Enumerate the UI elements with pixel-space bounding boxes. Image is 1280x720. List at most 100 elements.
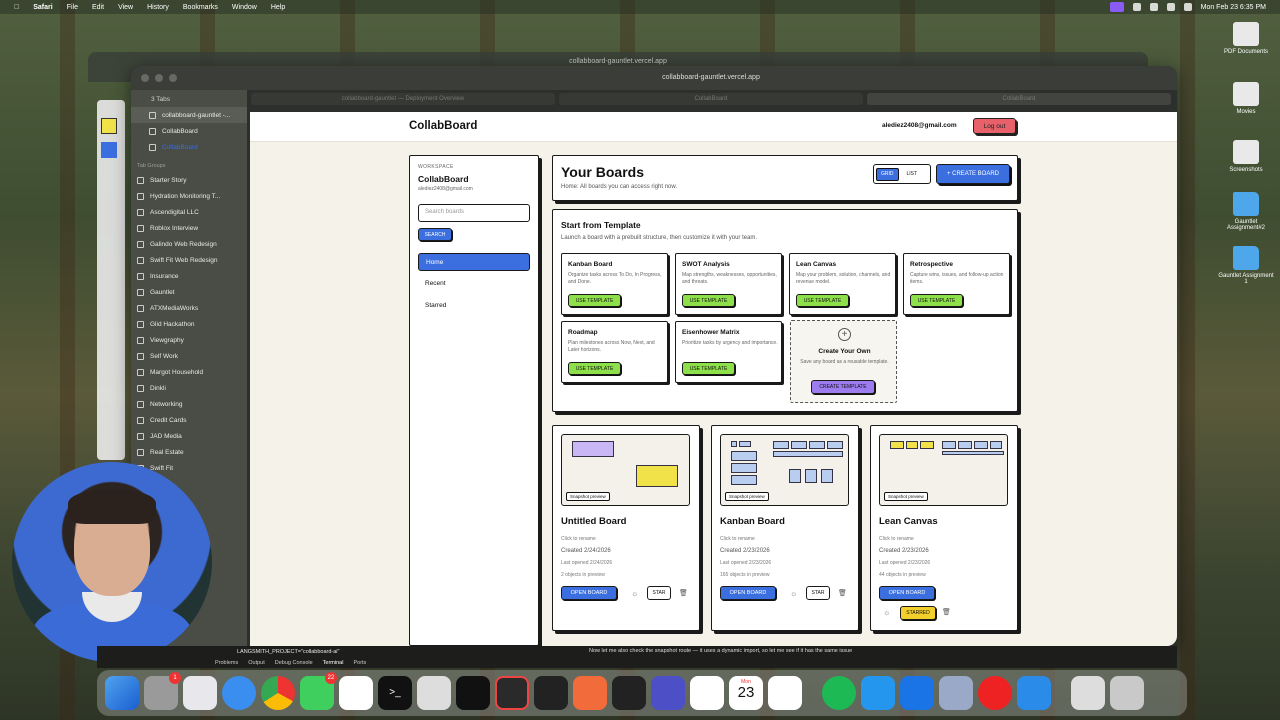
star-button[interactable]: STAR <box>647 586 671 600</box>
template-card[interactable]: SWOT Analysis Map strengths, weaknesses, … <box>675 253 782 315</box>
trash-icon[interactable] <box>1110 676 1144 710</box>
settings-icon[interactable]: 1 <box>144 672 181 710</box>
tab-group-item[interactable]: Starter Story <box>131 172 247 188</box>
desktop-item[interactable]: Gauntlet Assignment 1 <box>1216 246 1276 285</box>
app-icon[interactable] <box>939 676 973 710</box>
menu-view[interactable]: View <box>118 4 133 11</box>
desktop-item[interactable]: Screenshots <box>1216 140 1276 173</box>
color-swatch-icon[interactable] <box>101 142 117 158</box>
tab-group-item[interactable]: Margot Household <box>131 364 247 380</box>
tab-group-item[interactable]: Insurance <box>131 268 247 284</box>
control-center-icon[interactable] <box>1183 3 1192 11</box>
tab-group-item[interactable]: JAD Media <box>131 428 247 444</box>
browser-tab-active[interactable]: CollabBoard <box>867 93 1171 105</box>
tab-group-item[interactable]: Swift Fit Web Redesign <box>131 252 247 268</box>
zoom-window-icon[interactable] <box>169 74 177 82</box>
safari-icon[interactable] <box>222 676 256 710</box>
cursor-icon[interactable] <box>612 676 646 710</box>
menu-history[interactable]: History <box>147 4 169 11</box>
tab-group-item[interactable]: Real Estate <box>131 444 247 460</box>
trash-icon[interactable]: 🗑 <box>679 589 688 597</box>
terminal-tab[interactable]: Ports <box>353 660 366 666</box>
board-title[interactable]: Kanban Board <box>720 516 785 527</box>
activity-monitor-icon[interactable] <box>456 676 490 710</box>
terminal-tab[interactable]: Output <box>248 660 265 666</box>
trash-icon[interactable]: 🗑 <box>838 589 847 597</box>
board-title[interactable]: Lean Canvas <box>879 516 938 527</box>
menu-window[interactable]: Window <box>232 4 257 11</box>
terminal-tab[interactable]: Problems <box>215 660 238 666</box>
menu-help[interactable]: Help <box>271 4 285 11</box>
status-icon[interactable] <box>1132 3 1141 11</box>
open-board-button[interactable]: OPEN BOARD <box>561 586 617 600</box>
sidebar-tab[interactable]: CollabBoard <box>131 139 247 155</box>
nav-recent[interactable]: Recent <box>418 275 530 293</box>
browser-tab[interactable]: CollabBoard <box>559 93 863 105</box>
create-board-button[interactable]: + CREATE BOARD <box>936 164 1010 184</box>
desktop-item[interactable]: Gauntlet Assignment#2 <box>1216 192 1276 231</box>
template-card[interactable]: Retrospective Capture wins, issues, and f… <box>903 253 1010 315</box>
audio-app-icon[interactable] <box>534 676 568 710</box>
board-card[interactable]: Snapshot preview Lean Canvas Click to re… <box>870 425 1018 631</box>
use-template-button[interactable]: USE TEMPLATE <box>568 362 621 375</box>
board-title[interactable]: Untitled Board <box>561 516 626 527</box>
tab-group-item[interactable]: Hydration Monitoring T... <box>131 188 247 204</box>
tab-group-item[interactable]: Glid Hackathon <box>131 316 247 332</box>
brand-logo[interactable]: CollabBoard <box>409 120 477 132</box>
status-app-icon[interactable] <box>1109 2 1124 12</box>
tab-group-item[interactable]: Self Work <box>131 348 247 364</box>
tab-group-item[interactable]: Credit Cards <box>131 412 247 428</box>
desktop-item[interactable]: Movies <box>1216 82 1276 115</box>
browser-tab[interactable]: collabboard-gauntlet — Deployment Overvi… <box>251 93 555 105</box>
terminal-tab[interactable]: Debug Console <box>275 660 313 666</box>
search-button[interactable]: SEARCH <box>418 228 452 241</box>
messages-icon[interactable]: 22 <box>300 672 337 710</box>
menu-file[interactable]: File <box>67 4 78 11</box>
close-window-icon[interactable] <box>141 74 149 82</box>
sun-icon[interactable]: ☼ <box>631 589 638 598</box>
desktop-item[interactable]: PDF Documents <box>1216 22 1276 55</box>
wifi-icon[interactable] <box>1166 3 1175 11</box>
calendar-icon[interactable]: Mon 23 <box>729 676 763 710</box>
raycast-icon[interactable] <box>495 676 529 710</box>
tab-group-item[interactable]: ATXMediaWorks <box>131 300 247 316</box>
use-template-button[interactable]: USE TEMPLATE <box>682 294 735 307</box>
starred-button[interactable]: STARRED <box>900 606 936 620</box>
logout-button[interactable]: Log out <box>973 118 1016 134</box>
reminders-icon[interactable] <box>768 676 802 710</box>
launchpad-icon[interactable] <box>183 676 217 710</box>
sun-icon[interactable]: ☼ <box>790 589 797 598</box>
sidebar-tab[interactable]: CollabBoard <box>131 123 247 139</box>
use-template-button[interactable]: USE TEMPLATE <box>796 294 849 307</box>
downloads-icon[interactable] <box>1071 676 1105 710</box>
spotify-icon[interactable] <box>822 676 856 710</box>
use-template-button[interactable]: USE TEMPLATE <box>568 294 621 307</box>
menu-app-name[interactable]: Safari <box>33 4 52 11</box>
terminal-tab[interactable]: Terminal <box>323 660 344 666</box>
address-bar[interactable]: collabboard-gauntlet.vercel.app <box>461 71 961 85</box>
tab-group-item[interactable]: Roblox Interview <box>131 220 247 236</box>
claude-icon[interactable] <box>573 676 607 710</box>
app-icon[interactable] <box>651 676 685 710</box>
chatgpt-icon[interactable] <box>690 676 724 710</box>
docker-icon[interactable] <box>861 676 895 710</box>
use-template-button[interactable]: USE TEMPLATE <box>682 362 735 375</box>
status-icon[interactable] <box>1149 3 1158 11</box>
slack-icon[interactable] <box>339 676 373 710</box>
tab-group-item[interactable]: Gauntlet <box>131 284 247 300</box>
tab-group-item[interactable]: Viewgraphy <box>131 332 247 348</box>
menu-clock[interactable]: Mon Feb 23 6:35 PM <box>1201 4 1266 11</box>
nav-home[interactable]: Home <box>418 253 530 271</box>
sticky-note-icon[interactable] <box>101 118 117 134</box>
board-card[interactable]: Snapshot preview Untitled Board Click to… <box>552 425 700 631</box>
list-view-button[interactable]: LIST <box>903 168 922 181</box>
create-template-button[interactable]: CREATE TEMPLATE <box>811 380 875 394</box>
tab-group-item[interactable]: Dinkli <box>131 380 247 396</box>
open-board-button[interactable]: OPEN BOARD <box>720 586 776 600</box>
star-button[interactable]: STAR <box>806 586 830 600</box>
use-template-button[interactable]: USE TEMPLATE <box>910 294 963 307</box>
tab-group-item[interactable]: Galindo Web Redesign <box>131 236 247 252</box>
terminal-icon[interactable]: >_ <box>378 676 412 710</box>
menu-bookmarks[interactable]: Bookmarks <box>183 4 218 11</box>
chrome-icon[interactable] <box>261 676 295 710</box>
